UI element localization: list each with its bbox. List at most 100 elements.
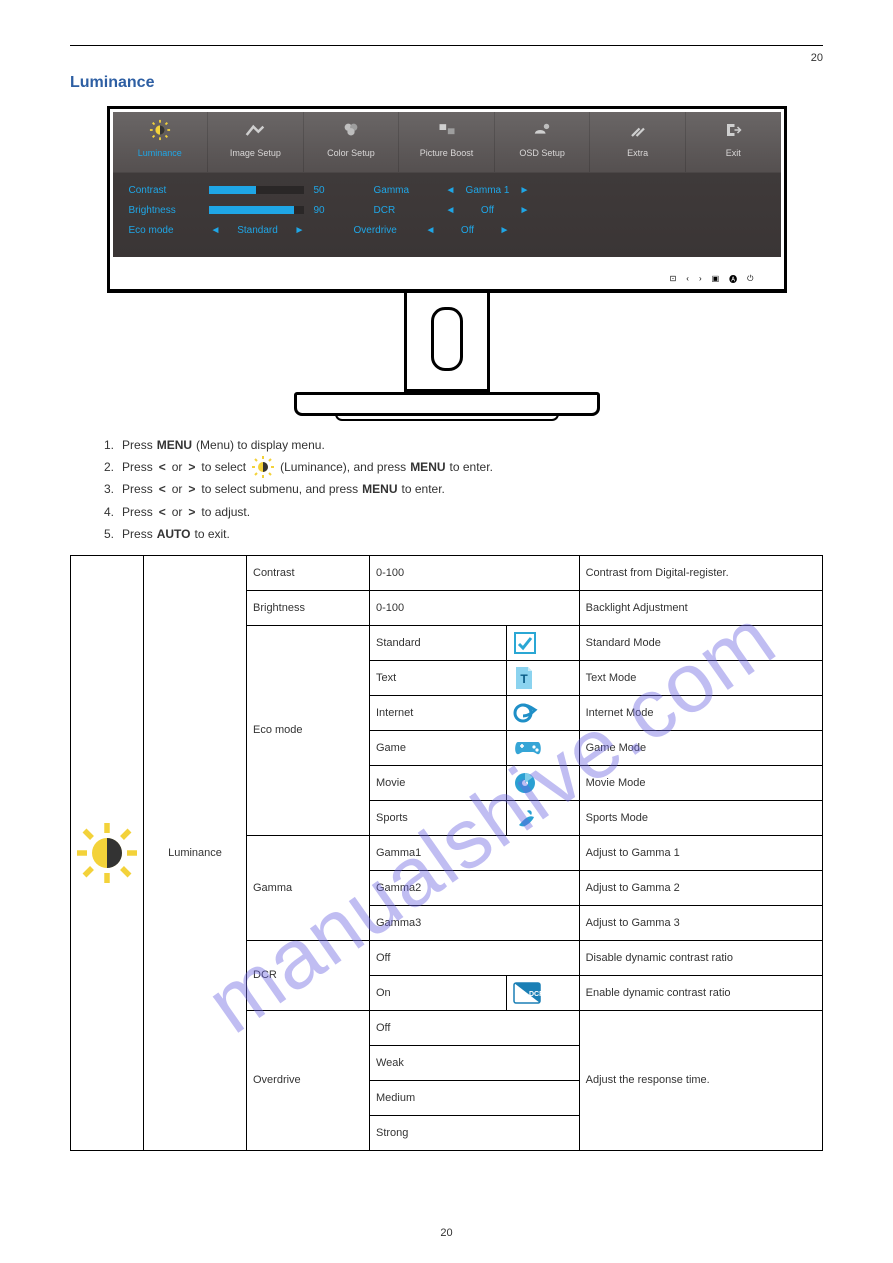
sun-icon: [113, 118, 208, 142]
top-rule: [70, 45, 823, 46]
osd-value: Off: [438, 225, 498, 236]
step-text: (Luminance), and press: [280, 456, 406, 478]
exit-icon: [686, 118, 781, 142]
row-desc: Adjust to Gamma 2: [579, 870, 822, 905]
mode-name: Sports: [370, 800, 507, 835]
osd-tab-label: Color Setup: [327, 148, 375, 158]
game-mode-icon: [506, 730, 579, 765]
osd-tab-color-setup[interactable]: Color Setup: [304, 112, 400, 172]
osd-slider-brightness[interactable]: [209, 206, 304, 214]
step-text: to select: [201, 456, 246, 478]
row-value: Gamma3: [370, 905, 580, 940]
page-number-bottom: 20: [0, 1227, 893, 1239]
auto-button-glyph: AUTO: [157, 523, 191, 545]
osd-setup-icon: [495, 118, 590, 142]
standard-mode-icon: [506, 625, 579, 660]
right-arrow-icon[interactable]: ►: [518, 205, 532, 216]
steps-list: 1. Press MENU (Menu) to display menu. 2.…: [104, 434, 823, 545]
monitor-base: [294, 392, 600, 416]
button-glyph: ›: [699, 274, 702, 285]
row-value: Gamma1: [370, 835, 580, 870]
luminance-icon: [250, 457, 276, 477]
movie-mode-icon: [506, 765, 579, 800]
image-setup-icon: [208, 118, 303, 142]
row-value: Medium: [370, 1080, 580, 1115]
table-row: Luminance Contrast 0-100 Contrast from D…: [71, 555, 823, 590]
right-arrow-icon: >: [186, 478, 197, 500]
row-value: Strong: [370, 1115, 580, 1150]
osd-tab-picture-boost[interactable]: Picture Boost: [399, 112, 495, 172]
row-desc: Enable dynamic contrast ratio: [579, 975, 822, 1010]
osd-value: Standard: [223, 225, 293, 236]
row-value: Gamma2: [370, 870, 580, 905]
button-glyph: ▣: [712, 274, 720, 285]
osd-tab-label: Picture Boost: [420, 148, 474, 158]
osd-body: Contrast 50 Gamma ◄ Gamma 1 ► Brightness…: [113, 172, 781, 246]
row-name: DCR: [247, 940, 370, 1010]
osd-tabs: Luminance Image Setup Color Setup: [113, 112, 781, 172]
osd-label: DCR: [374, 205, 444, 216]
mode-desc: Standard Mode: [579, 625, 822, 660]
osd-tab-extra[interactable]: Extra: [590, 112, 686, 172]
step-text: Press: [122, 434, 153, 456]
osd-tab-image-setup[interactable]: Image Setup: [208, 112, 304, 172]
monitor-neck: [404, 293, 490, 392]
dcr-icon: DCR: [506, 975, 579, 1010]
mode-name: Game: [370, 730, 507, 765]
svg-text:DCR: DCR: [529, 991, 541, 998]
button-glyph: ⊡: [670, 274, 677, 285]
osd-tab-label: OSD Setup: [519, 148, 565, 158]
step-text: or: [172, 478, 183, 500]
luminance-table: Luminance Contrast 0-100 Contrast from D…: [70, 555, 823, 1151]
osd-tab-label: Exit: [726, 148, 741, 158]
step-text: Press: [122, 501, 153, 523]
category-label: Luminance: [144, 555, 247, 1150]
osd-tab-label: Luminance: [138, 148, 182, 158]
step-3: 3. Press < or > to select submenu, and p…: [104, 478, 823, 500]
row-desc: Disable dynamic contrast ratio: [579, 940, 822, 975]
category-icon-cell: [71, 555, 144, 1150]
osd-tab-luminance[interactable]: Luminance: [113, 112, 209, 172]
osd-tab-exit[interactable]: Exit: [686, 112, 781, 172]
osd-value: Off: [458, 205, 518, 216]
monitor-illustration: Luminance Image Setup Color Setup: [107, 106, 787, 416]
right-arrow-icon[interactable]: ►: [293, 225, 307, 236]
left-arrow-icon[interactable]: ◄: [424, 225, 438, 236]
button-glyph: ⏻: [747, 274, 753, 285]
left-arrow-icon: <: [157, 456, 168, 478]
section-title: Luminance: [70, 74, 823, 92]
left-arrow-icon[interactable]: ◄: [444, 185, 458, 196]
row-desc: Adjust to Gamma 3: [579, 905, 822, 940]
osd-tab-osd-setup[interactable]: OSD Setup: [495, 112, 591, 172]
right-arrow-icon[interactable]: ►: [498, 225, 512, 236]
button-glyph: ‹: [686, 274, 689, 285]
row-desc: Backlight Adjustment: [579, 590, 822, 625]
row-name: Brightness: [247, 590, 370, 625]
osd-row-contrast: Contrast 50 Gamma ◄ Gamma 1 ►: [129, 180, 769, 200]
step-5: 5. Press AUTO to exit.: [104, 523, 823, 545]
step-number: 5.: [104, 523, 114, 545]
left-arrow-icon[interactable]: ◄: [209, 225, 223, 236]
step-4: 4. Press < or > to adjust.: [104, 501, 823, 523]
mode-desc: Internet Mode: [579, 695, 822, 730]
row-desc: Contrast from Digital-register.: [579, 555, 822, 590]
step-text: to exit.: [194, 523, 229, 545]
row-value: 0-100: [370, 590, 580, 625]
step-text: Press: [122, 456, 153, 478]
menu-button-glyph: MENU: [410, 456, 445, 478]
step-text: (Menu) to display menu.: [196, 434, 325, 456]
osd-panel: Luminance Image Setup Color Setup: [113, 112, 781, 257]
monitor-frame: Luminance Image Setup Color Setup: [107, 106, 787, 293]
neck-slot: [431, 307, 463, 371]
step-text: or: [172, 456, 183, 478]
button-glyph: 🅐: [729, 274, 737, 285]
color-setup-icon: [304, 118, 399, 142]
step-text: or: [172, 501, 183, 523]
osd-slider-contrast[interactable]: [209, 186, 304, 194]
text-mode-icon: T: [506, 660, 579, 695]
mode-desc: Movie Mode: [579, 765, 822, 800]
mode-name: Text: [370, 660, 507, 695]
right-arrow-icon[interactable]: ►: [518, 185, 532, 196]
row-name: Contrast: [247, 555, 370, 590]
left-arrow-icon[interactable]: ◄: [444, 205, 458, 216]
